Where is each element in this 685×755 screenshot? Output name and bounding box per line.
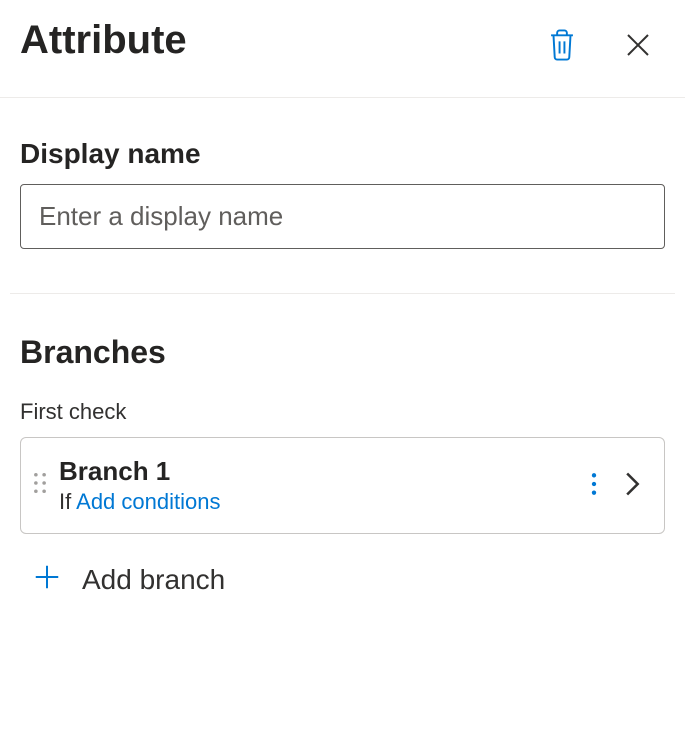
branches-section: Branches First check Branch 1 If Add con… bbox=[0, 294, 685, 597]
branch-more-button[interactable] bbox=[586, 467, 602, 504]
branch-actions bbox=[586, 466, 646, 505]
display-name-section: Display name bbox=[0, 98, 685, 249]
trash-icon bbox=[547, 28, 577, 65]
branch-card[interactable]: Branch 1 If Add conditions bbox=[20, 437, 665, 534]
delete-button[interactable] bbox=[543, 24, 581, 69]
branch-content: Branch 1 If Add conditions bbox=[59, 456, 576, 515]
drag-handle-icon[interactable] bbox=[31, 472, 49, 499]
close-button[interactable] bbox=[619, 26, 657, 67]
more-vertical-icon bbox=[590, 471, 598, 500]
panel-title: Attribute bbox=[20, 18, 187, 63]
branches-heading: Branches bbox=[20, 334, 665, 371]
add-branch-label: Add branch bbox=[82, 564, 225, 596]
display-name-label: Display name bbox=[20, 138, 665, 170]
chevron-right-icon bbox=[624, 470, 642, 501]
display-name-input[interactable] bbox=[20, 184, 665, 249]
first-check-label: First check bbox=[20, 399, 665, 425]
add-conditions-link[interactable]: Add conditions bbox=[76, 489, 220, 514]
branch-expand-button[interactable] bbox=[620, 466, 646, 505]
header-actions bbox=[543, 24, 665, 69]
branch-name: Branch 1 bbox=[59, 456, 576, 487]
close-icon bbox=[623, 30, 653, 63]
panel-header: Attribute bbox=[0, 0, 685, 98]
add-branch-button[interactable]: Add branch bbox=[20, 534, 665, 597]
branch-condition: If Add conditions bbox=[59, 489, 576, 515]
branch-if-prefix: If bbox=[59, 489, 71, 514]
plus-icon bbox=[32, 562, 62, 597]
